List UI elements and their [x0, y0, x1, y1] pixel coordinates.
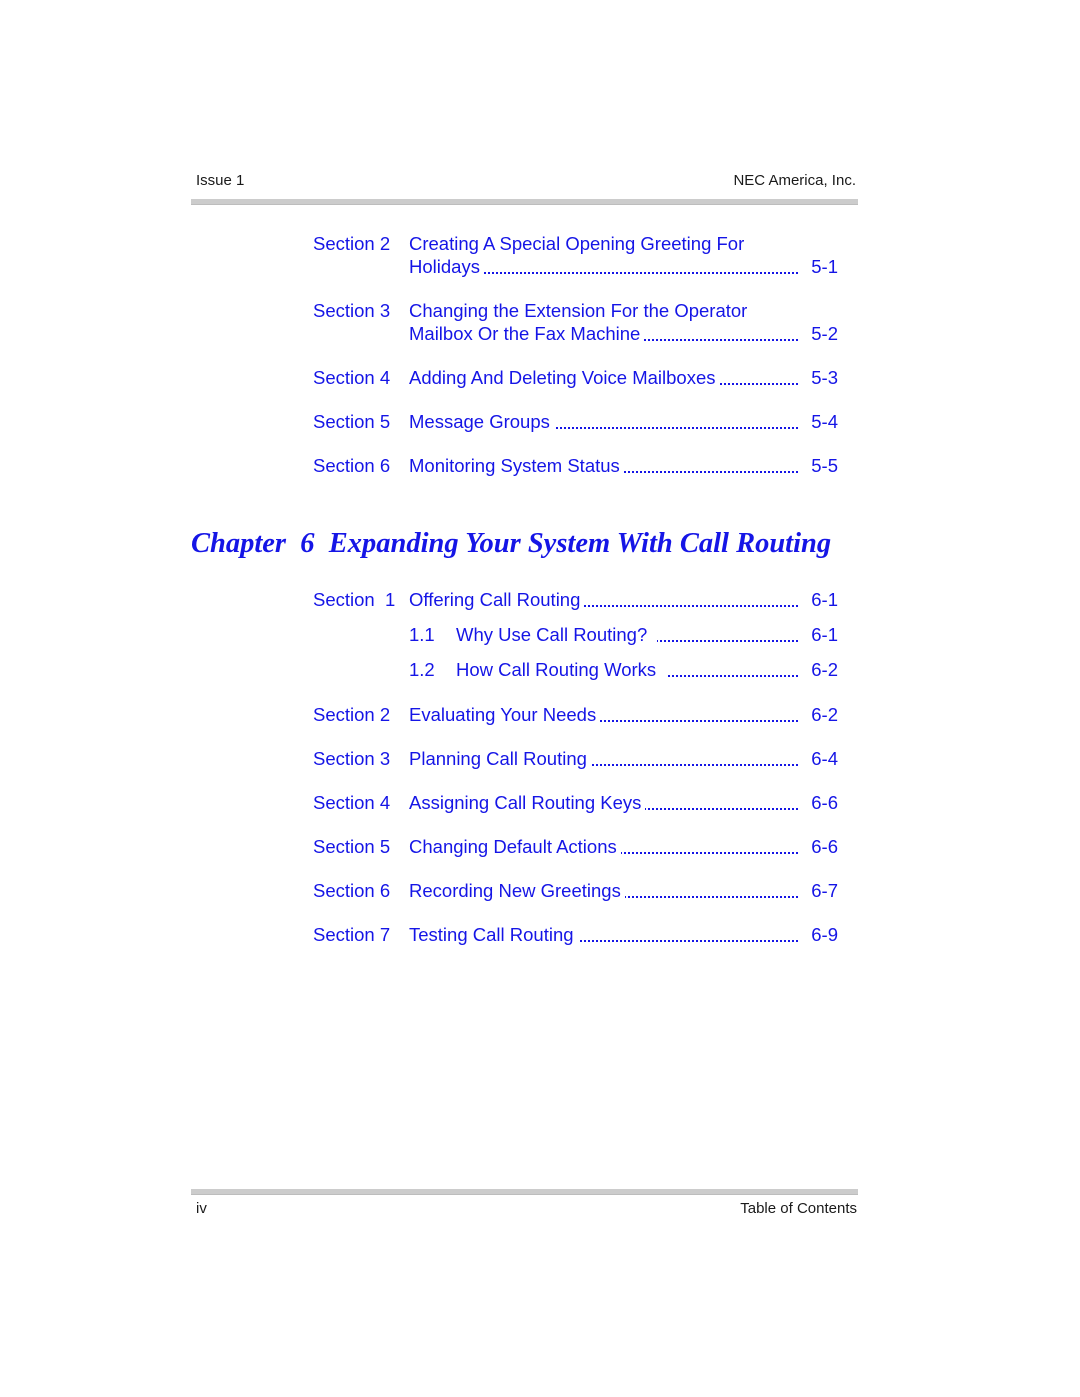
toc-page[interactable]: 5-4 — [811, 411, 838, 433]
toc-section-label[interactable]: Section 3 — [313, 300, 390, 322]
toc-section-label[interactable]: Section 4 — [313, 367, 390, 389]
toc-page[interactable]: 5-1 — [811, 256, 838, 278]
toc-page[interactable]: 6-2 — [811, 659, 838, 681]
toc-subsection-number[interactable]: 1.1 — [409, 624, 435, 646]
toc-section-label[interactable]: Section 1 — [313, 589, 395, 611]
header-right: NEC America, Inc. — [733, 172, 856, 189]
toc-section-label[interactable]: Section 6 — [313, 880, 390, 902]
toc-title[interactable]: Assigning Call Routing Keys — [409, 792, 646, 813]
toc-title[interactable]: Why Use Call Routing? — [456, 624, 658, 645]
toc-title[interactable]: Offering Call Routing — [409, 589, 585, 610]
toc-title[interactable]: Creating A Special Opening Greeting For — [409, 233, 749, 254]
toc-entry[interactable]: Section 3 Planning Call Routing 6-4 — [313, 748, 838, 772]
toc-section-label[interactable]: Section 2 — [313, 704, 390, 726]
toc-entry-cont[interactable]: Mailbox Or the Fax Machine 5-2 — [313, 323, 838, 347]
toc-subentry[interactable]: 1.2 How Call Routing Works 6-2 — [313, 659, 838, 683]
toc-subentry[interactable]: 1.1 Why Use Call Routing? 6-1 — [313, 624, 838, 648]
toc-section-label[interactable]: Section 2 — [313, 233, 390, 255]
toc-page[interactable]: 6-9 — [811, 924, 838, 946]
toc-entry[interactable]: Section 6 Recording New Greetings 6-7 — [313, 880, 838, 904]
footer-page-number: iv — [196, 1200, 207, 1217]
toc-title[interactable]: Planning Call Routing — [409, 748, 591, 769]
toc-title[interactable]: Changing the Extension For the Operator — [409, 300, 752, 321]
toc-title[interactable]: Message Groups — [409, 411, 554, 432]
toc-page[interactable]: 6-4 — [811, 748, 838, 770]
toc-page[interactable]: 5-2 — [811, 323, 838, 345]
toc-page[interactable]: 6-6 — [811, 792, 838, 814]
toc-entry[interactable]: Section 4 Assigning Call Routing Keys 6-… — [313, 792, 838, 816]
toc-section-label[interactable]: Section 3 — [313, 748, 390, 770]
toc-title[interactable]: Evaluating Your Needs — [409, 704, 601, 725]
toc-entry-cont[interactable]: Holidays 5-1 — [313, 256, 838, 280]
toc-section-label[interactable]: Section 5 — [313, 836, 390, 858]
toc-title[interactable]: Adding And Deleting Voice Mailboxes — [409, 367, 720, 388]
toc-page[interactable]: 6-2 — [811, 704, 838, 726]
footer-right: Table of Contents — [740, 1200, 857, 1217]
toc-entry[interactable]: Section 5 Message Groups 5-4 — [313, 411, 838, 435]
toc-entry[interactable]: Section 3 Changing the Extension For the… — [313, 300, 838, 324]
footer-rule — [191, 1189, 858, 1195]
toc-entry[interactable]: Section 4 Adding And Deleting Voice Mail… — [313, 367, 838, 391]
toc-title[interactable]: Holidays — [409, 256, 484, 277]
toc-page[interactable]: 6-1 — [811, 624, 838, 646]
toc-page[interactable]: 5-5 — [811, 455, 838, 477]
toc-title[interactable]: Recording New Greetings — [409, 880, 625, 901]
header-rule — [191, 199, 858, 205]
toc-section-label[interactable]: Section 5 — [313, 411, 390, 433]
toc-section-label[interactable]: Section 4 — [313, 792, 390, 814]
toc-page[interactable]: 6-7 — [811, 880, 838, 902]
toc-entry[interactable]: Section 2 Evaluating Your Needs 6-2 — [313, 704, 838, 728]
toc-section-label[interactable]: Section 6 — [313, 455, 390, 477]
header-left: Issue 1 — [196, 172, 245, 189]
toc-title[interactable]: How Call Routing Works — [456, 659, 667, 680]
toc-entry[interactable]: Section 2 Creating A Special Opening Gre… — [313, 233, 838, 257]
toc-entry[interactable]: Section 1 Offering Call Routing 6-1 — [313, 589, 838, 613]
toc-entry[interactable]: Section 6 Monitoring System Status 5-5 — [313, 455, 838, 479]
toc-title[interactable]: Monitoring System Status — [409, 455, 624, 476]
toc-entry[interactable]: Section 7 Testing Call Routing 6-9 — [313, 924, 838, 948]
chapter-heading[interactable]: Chapter 6 Expanding Your System With Cal… — [191, 528, 831, 560]
toc-title[interactable]: Changing Default Actions — [409, 836, 621, 857]
toc-subsection-number[interactable]: 1.2 — [409, 659, 435, 681]
toc-page[interactable]: 6-6 — [811, 836, 838, 858]
toc-title[interactable]: Testing Call Routing — [409, 924, 578, 945]
toc-section-label[interactable]: Section 7 — [313, 924, 390, 946]
toc-page[interactable]: 6-1 — [811, 589, 838, 611]
toc-page[interactable]: 5-3 — [811, 367, 838, 389]
toc-title[interactable]: Mailbox Or the Fax Machine — [409, 323, 645, 344]
toc-entry[interactable]: Section 5 Changing Default Actions 6-6 — [313, 836, 838, 860]
